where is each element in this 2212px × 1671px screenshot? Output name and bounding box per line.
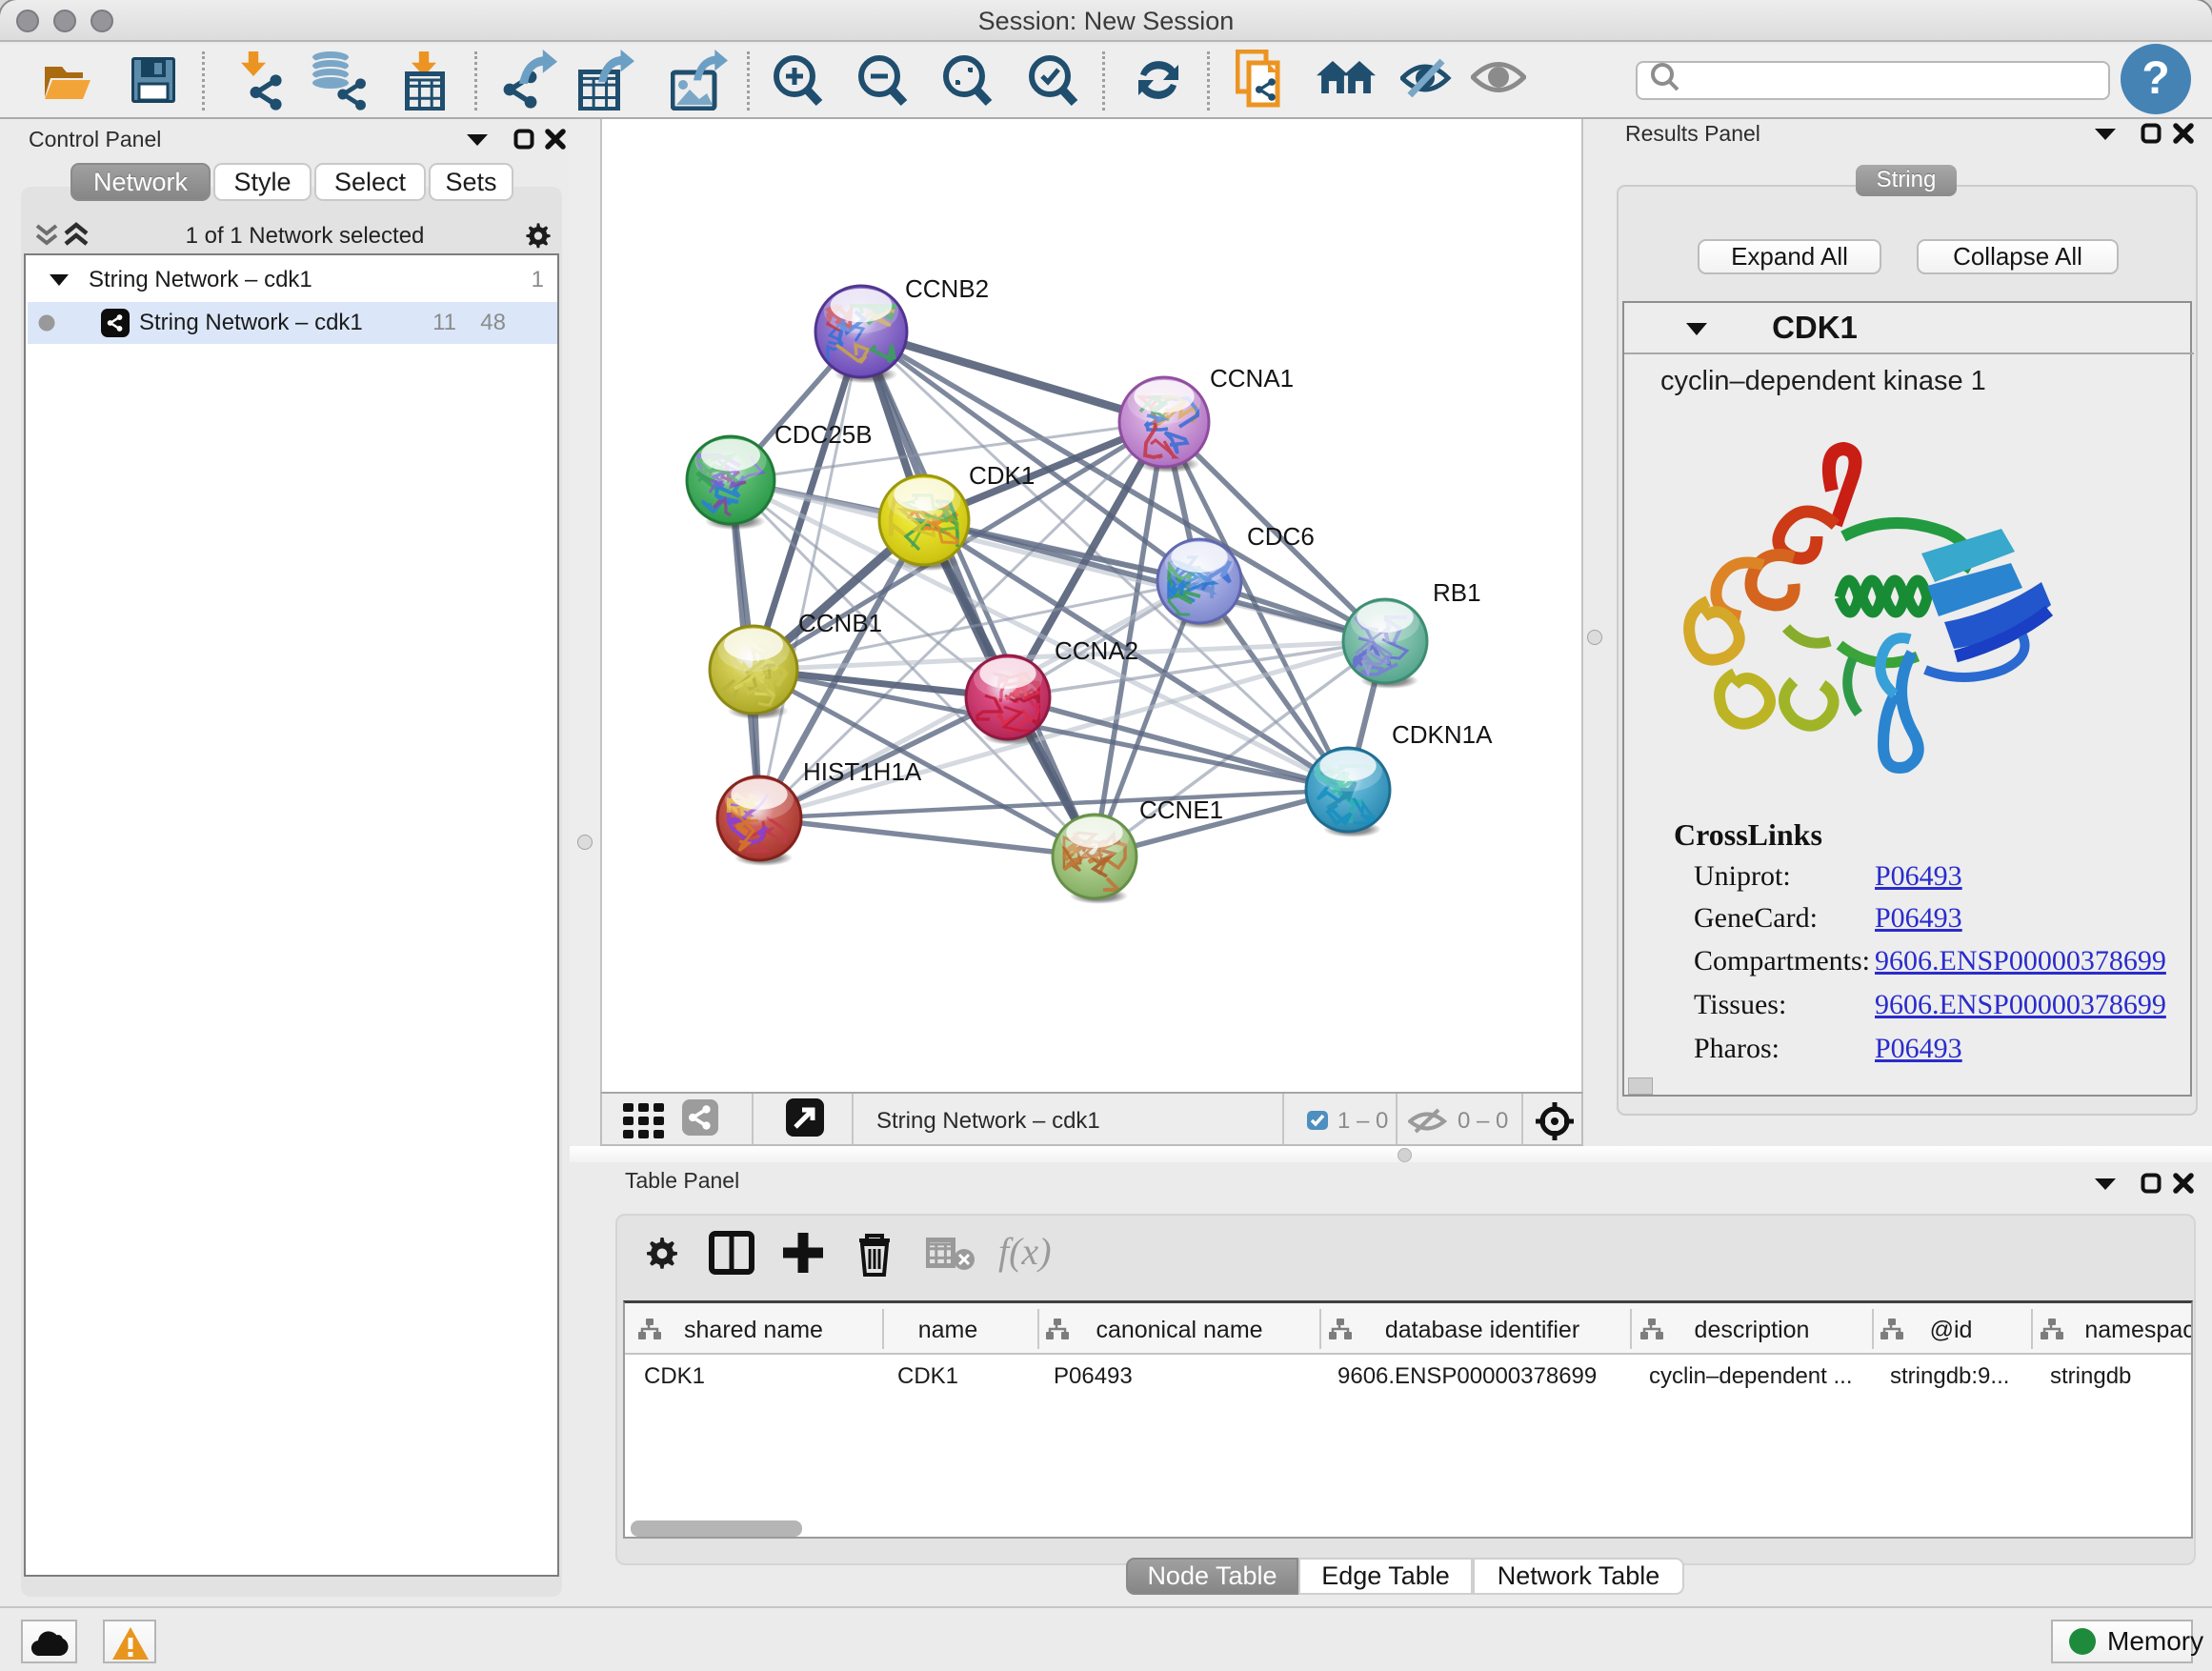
svg-text:CDK1: CDK1 bbox=[969, 461, 1035, 490]
svg-text:CDC25B: CDC25B bbox=[774, 420, 873, 449]
svg-text:RB1: RB1 bbox=[1433, 578, 1481, 607]
svg-text:CDC6: CDC6 bbox=[1247, 522, 1315, 551]
svg-text:CCNA2: CCNA2 bbox=[1055, 636, 1138, 665]
svg-text:CCNE1: CCNE1 bbox=[1139, 795, 1223, 824]
svg-text:HIST1H1A: HIST1H1A bbox=[803, 757, 922, 786]
svg-text:CDKN1A: CDKN1A bbox=[1392, 720, 1493, 749]
svg-text:CCNB1: CCNB1 bbox=[798, 609, 882, 637]
svg-text:CCNA1: CCNA1 bbox=[1210, 364, 1294, 393]
svg-text:?: ? bbox=[2142, 53, 2169, 104]
svg-text:CCNB2: CCNB2 bbox=[905, 274, 989, 303]
